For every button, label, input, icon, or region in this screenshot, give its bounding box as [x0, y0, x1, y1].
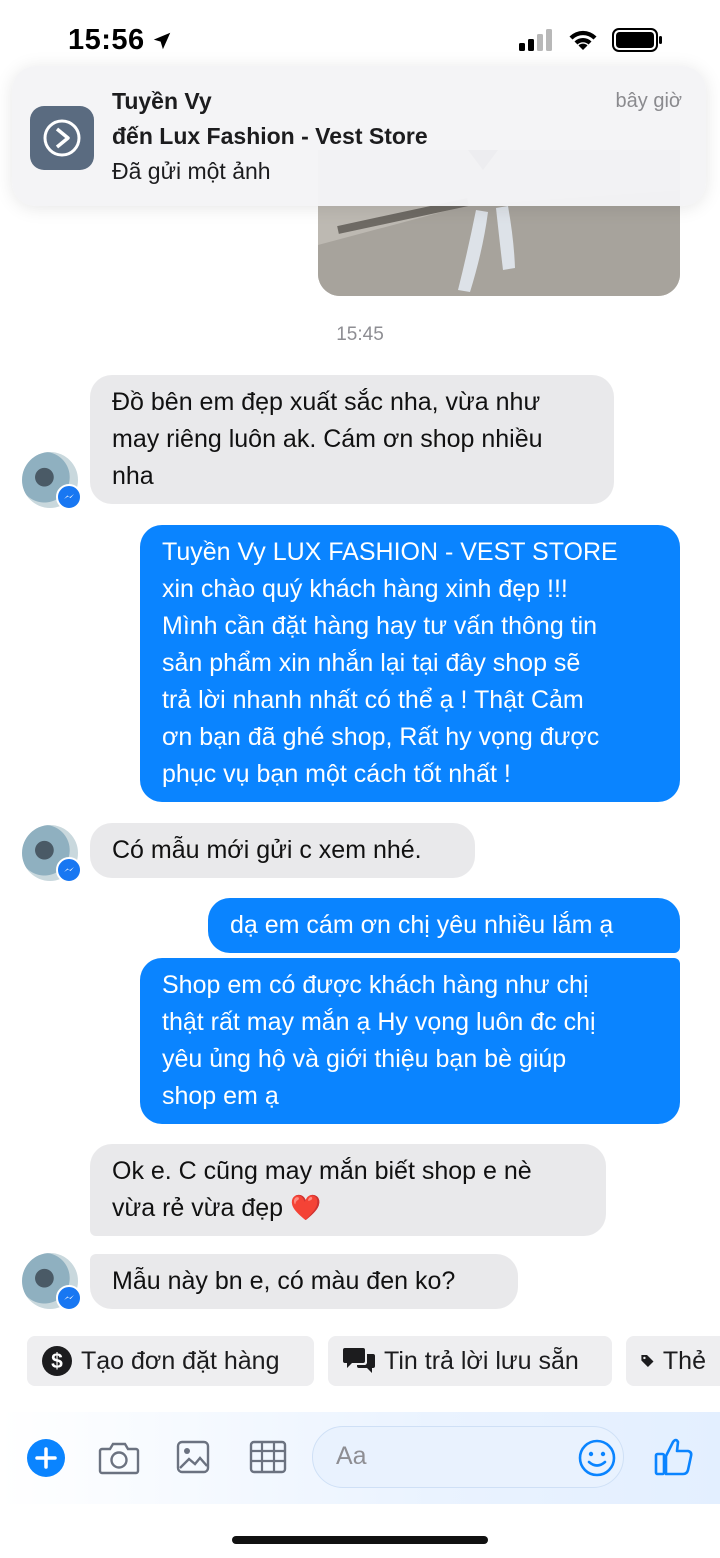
location-arrow-icon: [153, 32, 170, 49]
outgoing-message[interactable]: Shop em có được khách hàng như chị thật …: [140, 958, 680, 1124]
quick-reply-tags[interactable]: Thẻ: [626, 1336, 720, 1386]
app-icon: [30, 106, 94, 170]
chat-bubbles-icon: [343, 1348, 375, 1373]
quick-reply-label: Tin trả lời lưu sẵn: [384, 1346, 579, 1375]
home-indicator: [232, 1536, 488, 1544]
quick-reply-saved-replies[interactable]: Tin trả lời lưu sẵn: [328, 1336, 612, 1386]
thumbs-up-icon[interactable]: [654, 1436, 694, 1478]
quick-reply-label: Tạo đơn đặt hàng: [81, 1346, 280, 1375]
catalog-grid-icon[interactable]: [249, 1440, 287, 1474]
notification-message: Đã gửi một ảnh: [112, 158, 271, 184]
notification-time: bây giờ: [615, 90, 682, 112]
quick-reply-create-order[interactable]: $ Tạo đơn đặt hàng: [27, 1336, 314, 1386]
messenger-badge-icon: [56, 857, 82, 883]
outgoing-message[interactable]: Tuyền Vy LUX FASHION - VEST STORE xin ch…: [140, 525, 680, 802]
status-bar-time: 15:56: [68, 24, 173, 57]
push-notification[interactable]: Tuyền Vy đến Lux Fashion - Vest Store Đã…: [12, 66, 706, 206]
photo-gallery-icon[interactable]: [176, 1440, 210, 1474]
status-bar-icons: [518, 28, 664, 52]
message-input-placeholder: Aa: [336, 1442, 367, 1470]
customer-avatar[interactable]: [22, 825, 82, 883]
notification-sender: Tuyền Vy: [112, 88, 212, 114]
incoming-message[interactable]: Có mẫu mới gửi c xem nhé.: [90, 823, 475, 878]
notification-recipient: đến Lux Fashion - Vest Store: [112, 123, 428, 149]
dollar-icon: $: [42, 1346, 72, 1376]
clock-label: 15:56: [68, 24, 145, 56]
battery-icon: [612, 28, 662, 52]
tag-icon: [641, 1354, 654, 1368]
signal-icon: [519, 29, 552, 51]
outgoing-message[interactable]: dạ em cám ơn chị yêu nhiều lắm ạ: [208, 898, 680, 953]
camera-icon[interactable]: [98, 1440, 140, 1476]
customer-avatar[interactable]: [22, 452, 82, 510]
messenger-badge-icon: [56, 1285, 82, 1311]
messenger-badge-icon: [56, 484, 82, 510]
quick-reply-label: Thẻ: [662, 1346, 706, 1375]
chat-timestamp: 15:45: [336, 324, 384, 345]
business-suite-icon: [43, 119, 81, 157]
incoming-message[interactable]: Mẫu này bn e, có màu đen ko?: [90, 1254, 518, 1309]
plus-icon[interactable]: [26, 1438, 66, 1478]
svg-text:$: $: [51, 1350, 63, 1373]
customer-avatar[interactable]: [22, 1253, 82, 1311]
incoming-message[interactable]: Đồ bên em đẹp xuất sắc nha, vừa như may …: [90, 375, 614, 504]
incoming-message[interactable]: Ok e. C cũng may mắn biết shop e nè vừa …: [90, 1144, 606, 1236]
wifi-icon: [569, 30, 597, 50]
emoji-icon[interactable]: [577, 1438, 617, 1478]
